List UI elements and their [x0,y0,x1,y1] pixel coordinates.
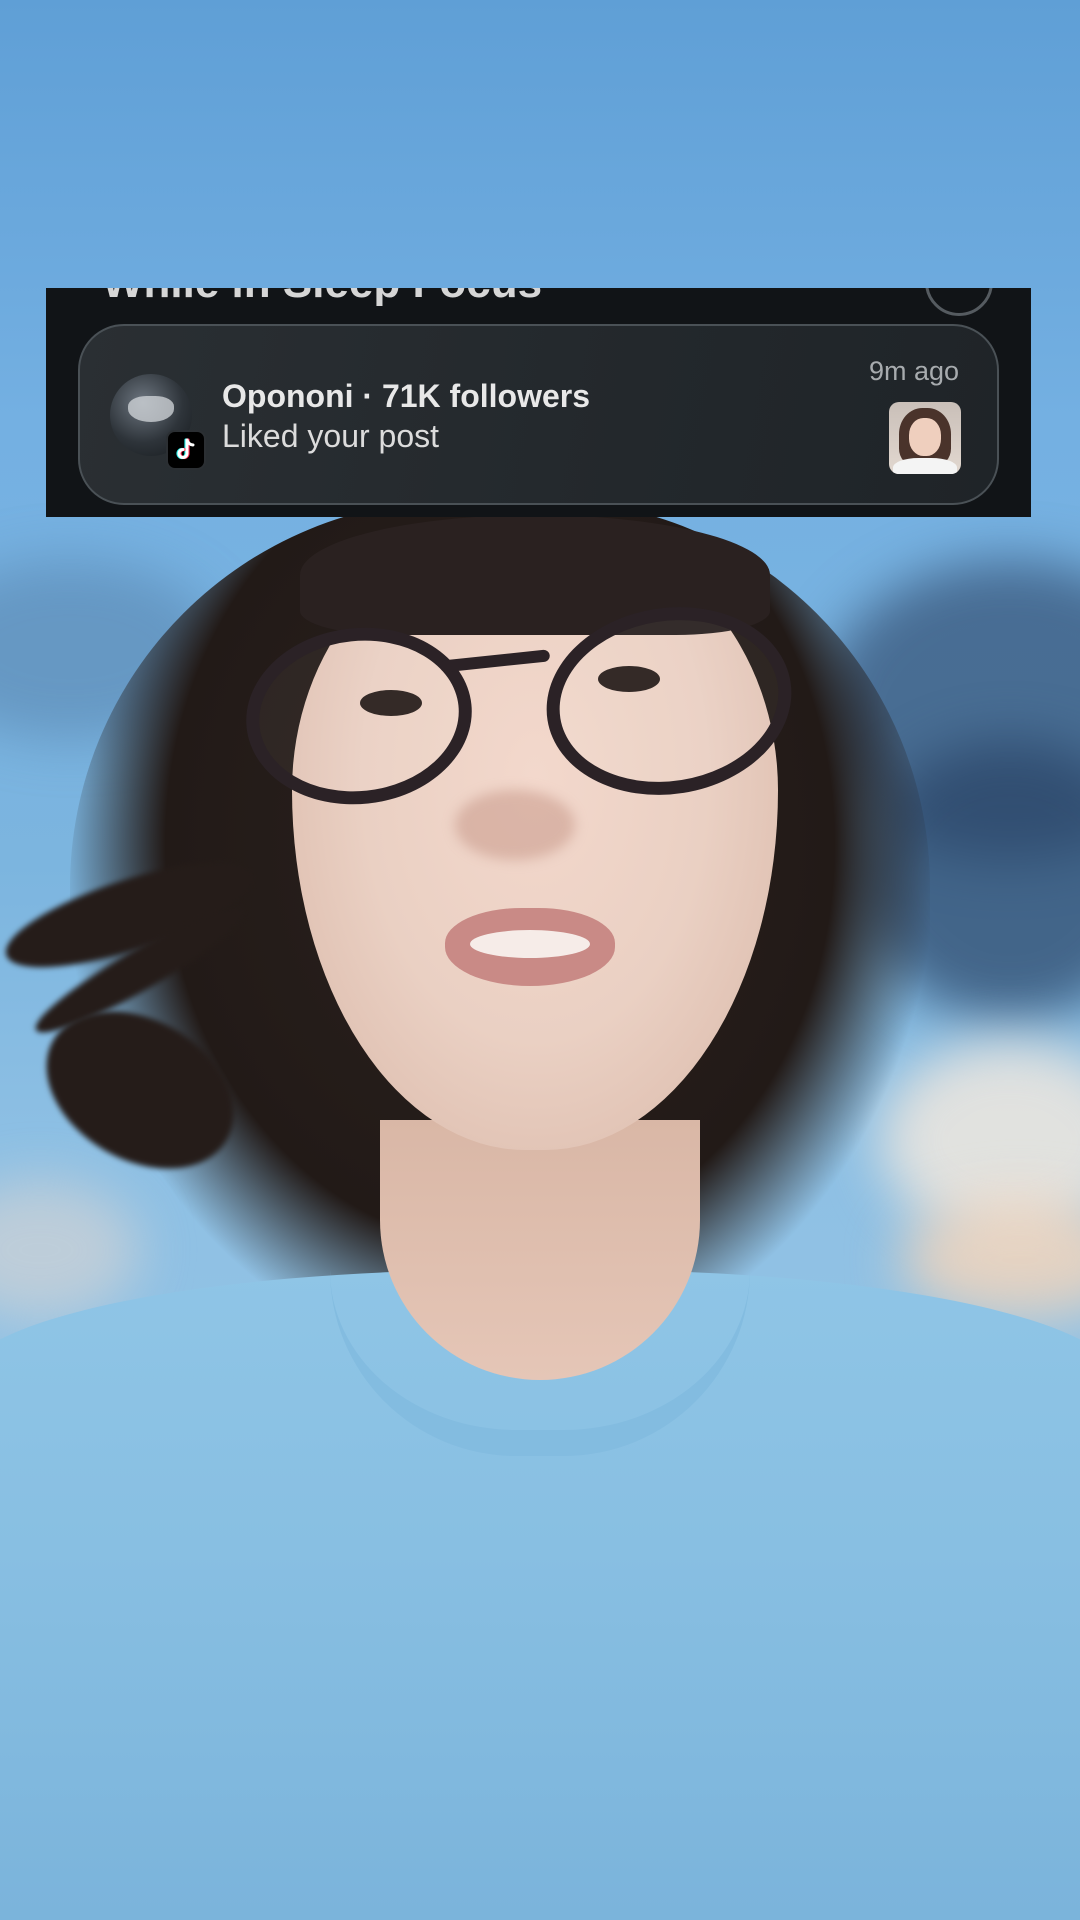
notification-time: 9m ago [868,356,959,386]
post-thumbnail [889,402,961,474]
notification-overlay: While in Sleep Focus Opononi · 71K follo… [46,288,1031,517]
notification-card[interactable]: Opononi · 71K followers Liked your post … [78,324,999,505]
nose [455,790,575,860]
tiktok-note-glyph [176,438,195,460]
tiktok-icon [166,430,206,470]
focus-header-partial: While in Sleep Focus [102,288,542,308]
focus-badge-partial [925,288,993,316]
teeth [470,930,590,958]
notification-title: Opononi · 71K followers [222,378,591,414]
notification-message: Liked your post [222,418,440,454]
thumbnail-face [909,418,941,456]
thumbnail-shirt [893,458,957,474]
